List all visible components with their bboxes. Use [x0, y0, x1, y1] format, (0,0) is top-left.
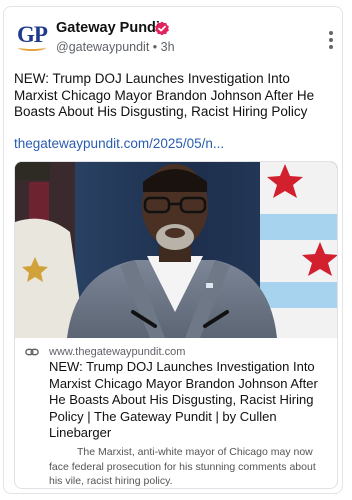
- link-preview-card[interactable]: www.thegatewaypundit.com NEW: Trump DOJ …: [14, 161, 338, 489]
- card-domain: www.thegatewaypundit.com: [49, 346, 186, 358]
- avatar[interactable]: GP: [14, 19, 50, 55]
- post-text: NEW: Trump DOJ Launches Investigation In…: [14, 71, 315, 119]
- author-handle[interactable]: @gatewaypundit: [56, 40, 149, 54]
- post-card[interactable]: GP Gateway Pundit @gatewaypundit • 3h NE…: [3, 6, 343, 494]
- post-meta: @gatewaypundit • 3h: [56, 40, 175, 54]
- avatar-swoosh: [18, 44, 46, 51]
- verified-badge-icon: [155, 21, 169, 36]
- avatar-logo-text: GP: [17, 21, 48, 47]
- author-name[interactable]: Gateway Pundit: [56, 20, 165, 36]
- card-title[interactable]: NEW: Trump DOJ Launches Investigation In…: [49, 359, 331, 442]
- card-domain-row: www.thegatewaypundit.com: [25, 344, 185, 360]
- preview-image: [15, 162, 337, 338]
- link-icon: [25, 348, 39, 356]
- meta-separator: •: [152, 40, 158, 54]
- post-time[interactable]: 3h: [161, 40, 175, 54]
- more-options-icon[interactable]: [328, 31, 334, 49]
- post-link[interactable]: thegatewaypundit.com/2025/05/n...: [14, 136, 224, 151]
- card-description: The Marxist, anti-white mayor of Chicago…: [49, 446, 316, 487]
